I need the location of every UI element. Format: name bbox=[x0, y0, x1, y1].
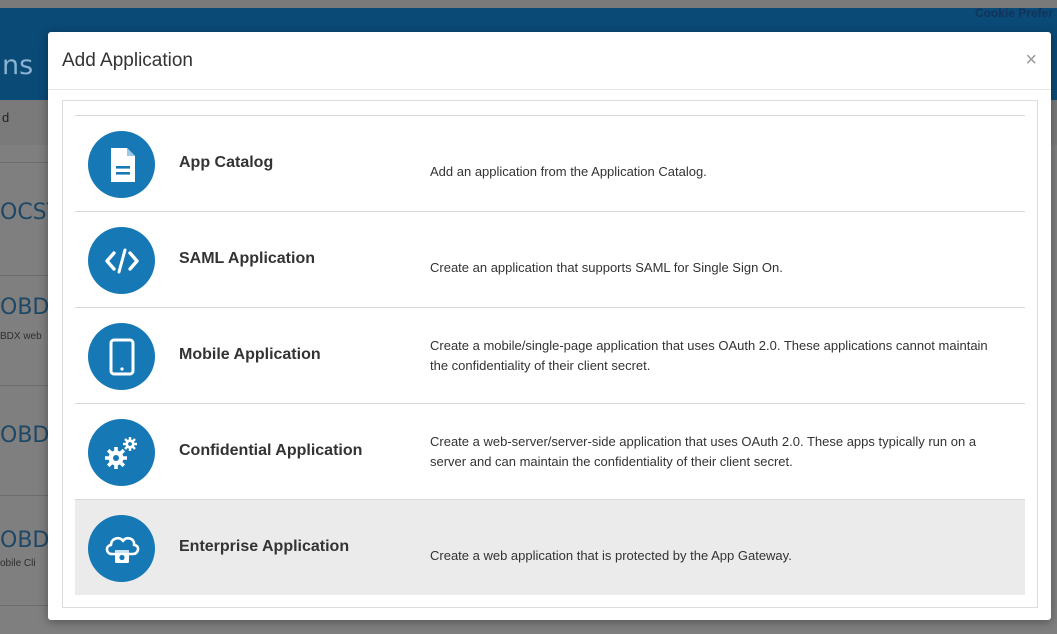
dialog-body: App Catalog Add an application from the … bbox=[62, 100, 1038, 608]
background-divider bbox=[0, 385, 55, 386]
cloud-gateway-icon bbox=[88, 515, 155, 582]
background-divider bbox=[0, 162, 55, 163]
saml-application-description: Create an application that supports SAML… bbox=[430, 260, 783, 275]
background-page-title: ns bbox=[2, 50, 34, 81]
app-catalog-option[interactable]: App Catalog Add an application from the … bbox=[75, 116, 1025, 212]
background-list-item-subtitle: obile Cli bbox=[0, 558, 36, 569]
background-top-strip bbox=[0, 0, 1057, 8]
mobile-application-option[interactable]: Mobile Application Create a mobile/singl… bbox=[75, 308, 1025, 404]
confidential-application-option[interactable]: Confidential Application Create a web-se… bbox=[75, 404, 1025, 500]
background-divider bbox=[0, 605, 55, 606]
mobile-application-description: Create a mobile/single-page application … bbox=[430, 338, 988, 373]
application-type-list: App Catalog Add an application from the … bbox=[75, 115, 1025, 595]
app-catalog-description: Add an application from the Application … bbox=[430, 164, 707, 179]
gears-icon bbox=[88, 419, 155, 486]
background-toolbar-text: d bbox=[2, 110, 10, 125]
enterprise-application-description: Create a web application that is protect… bbox=[430, 548, 792, 563]
mobile-icon bbox=[88, 323, 155, 390]
close-icon[interactable]: × bbox=[1025, 50, 1037, 70]
mobile-application-label: Mobile Application bbox=[179, 346, 321, 363]
saml-application-option[interactable]: SAML Application Create an application t… bbox=[75, 212, 1025, 308]
document-icon bbox=[88, 131, 155, 198]
saml-application-label: SAML Application bbox=[179, 250, 315, 267]
app-catalog-label: App Catalog bbox=[179, 154, 274, 171]
background-list-item-subtitle: BDX web bbox=[0, 331, 42, 342]
background-divider bbox=[0, 275, 55, 276]
confidential-application-label: Confidential Application bbox=[179, 442, 363, 459]
cookie-preferences-link[interactable]: Cookie Prefer bbox=[975, 6, 1053, 20]
dialog-header: Add Application × bbox=[48, 32, 1051, 90]
confidential-application-description: Create a web-server/server-side applicat… bbox=[430, 434, 977, 469]
enterprise-application-label: Enterprise Application bbox=[179, 538, 350, 555]
enterprise-application-option[interactable]: Enterprise Application Create a web appl… bbox=[75, 500, 1025, 595]
add-application-dialog: Add Application × App Catalog Add an app… bbox=[48, 32, 1051, 620]
background-divider bbox=[0, 495, 55, 496]
code-icon bbox=[88, 227, 155, 294]
dialog-title: Add Application bbox=[62, 50, 193, 71]
